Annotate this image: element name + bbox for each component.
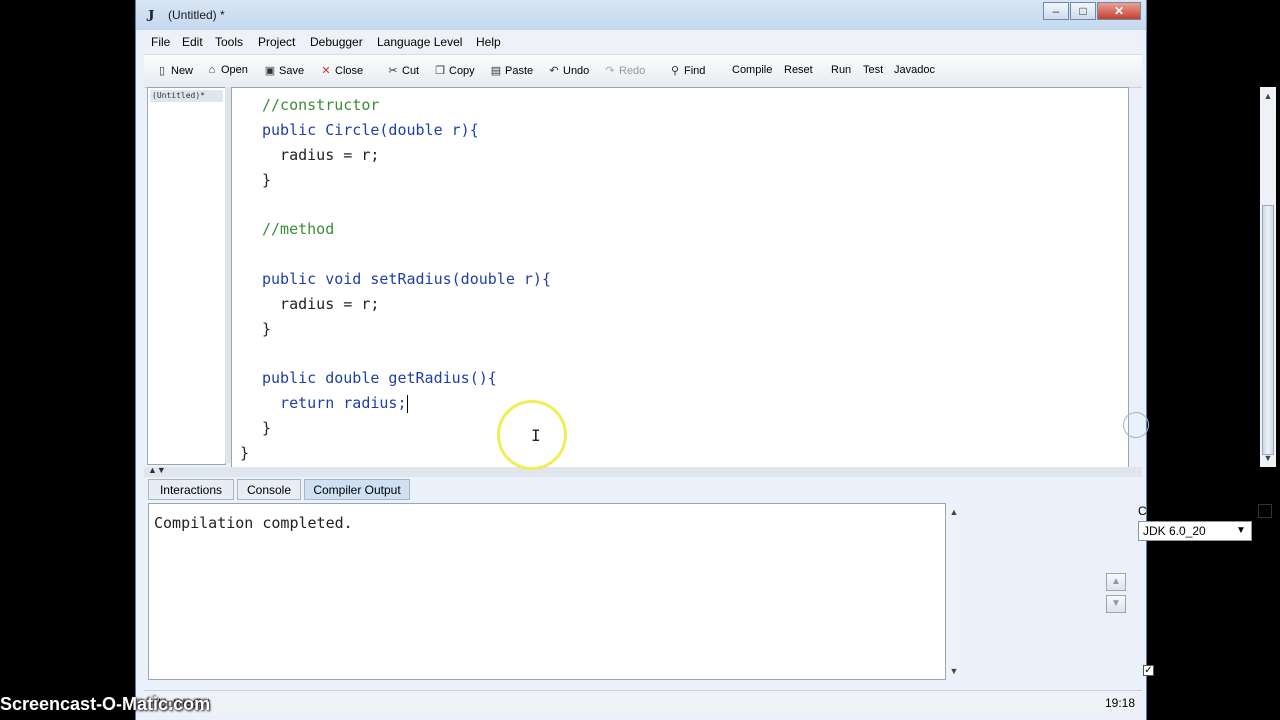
- minimize-button[interactable]: –: [1043, 2, 1069, 20]
- highlight-source-label: Highlight source: [1159, 665, 1246, 679]
- watermark: Screencast-O-Matic.com: [0, 694, 211, 714]
- code-line: }: [262, 419, 272, 437]
- clipboard-icon: ▤: [490, 65, 502, 77]
- desktop-background-left: [0, 0, 135, 720]
- code-line: public double getRadius(){: [262, 369, 497, 387]
- new-file-icon: ▯: [158, 65, 166, 77]
- cut-button[interactable]: ✂ Cut: [387, 64, 419, 80]
- maximize-button[interactable]: □: [1070, 2, 1096, 20]
- compiler-panel: Compiler ✕ JDK 6.0_20 ▼ ▲ ▼ ✓ Highlight …: [1101, 500, 1279, 684]
- status-bar: (Untitled) * 19:18: [144, 690, 1142, 715]
- redo-label: Redo: [619, 65, 646, 77]
- copy-label: Copy: [449, 65, 475, 77]
- new-label: New: [171, 65, 194, 77]
- paste-button[interactable]: ▤ Paste: [490, 64, 533, 80]
- redo-arrow-icon: ↷: [605, 65, 615, 77]
- close-file-icon: ✕: [321, 65, 331, 77]
- save-disk-icon: ▣: [264, 65, 276, 77]
- code-line: }: [262, 171, 272, 189]
- menu-tools[interactable]: Tools: [215, 35, 243, 49]
- code-line: public void setRadius(double r){: [262, 270, 551, 288]
- menu-debugger[interactable]: Debugger: [310, 35, 363, 49]
- horizontal-splitter[interactable]: [144, 467, 1142, 477]
- drjava-app-icon: J: [146, 6, 155, 25]
- scroll-down-arrow-icon[interactable]: ▼: [946, 664, 962, 678]
- code-line: public Circle(double r){: [262, 121, 479, 139]
- tab-console[interactable]: Console: [237, 479, 301, 500]
- find-label: Find: [684, 65, 706, 77]
- copy-icon: ❐: [435, 65, 445, 77]
- compiler-selected-value: JDK 6.0_20: [1143, 524, 1206, 538]
- undo-label: Undo: [563, 65, 590, 77]
- save-button[interactable]: ▣ Save: [264, 64, 304, 80]
- editor-scroll-thumb[interactable]: [1262, 205, 1274, 455]
- close-button[interactable]: ✕ Close: [320, 64, 363, 80]
- scroll-down-arrow-icon[interactable]: ▼: [1260, 451, 1276, 465]
- document-item-untitled[interactable]: (Untitled)*: [150, 90, 223, 102]
- scroll-up-arrow-icon[interactable]: ▲: [1260, 89, 1276, 103]
- close-panel-icon[interactable]: ✕: [1258, 504, 1272, 518]
- menu-edit[interactable]: Edit: [182, 35, 203, 49]
- menu-help[interactable]: Help: [476, 35, 501, 49]
- scissors-icon: ✂: [388, 65, 398, 77]
- open-button[interactable]: ⌂ Open: [206, 64, 248, 80]
- copy-button[interactable]: ❐ Copy: [434, 64, 475, 80]
- undo-button[interactable]: ↶ Undo: [548, 64, 589, 80]
- compiler-label: Compiler: [1138, 504, 1187, 518]
- move-up-button[interactable]: ▲: [1106, 573, 1126, 591]
- text-caret: [406, 394, 408, 413]
- code-line: //constructor: [262, 96, 380, 114]
- click-indicator-ring: [1123, 412, 1149, 438]
- chevron-down-icon: ▼: [1236, 525, 1246, 536]
- redo-button[interactable]: ↷ Redo: [604, 64, 645, 80]
- test-button[interactable]: Test: [863, 64, 883, 80]
- menu-file[interactable]: File: [151, 35, 170, 49]
- undo-arrow-icon: ↶: [549, 65, 559, 77]
- menu-bar: File Edit Tools Project Debugger Languag…: [144, 31, 1142, 53]
- splitter-arrows-icon[interactable]: ▲▼: [148, 465, 166, 475]
- find-button[interactable]: ⚲ Find: [669, 64, 705, 80]
- code-line: radius = r;: [262, 146, 380, 164]
- save-label: Save: [279, 65, 305, 77]
- code-line: radius = r;: [262, 295, 380, 313]
- compiler-output-text: Compilation completed.: [154, 514, 353, 532]
- status-cursor-position: 19:18: [1105, 696, 1136, 710]
- toolbar: ▯ New ⌂ Open ▣ Save ✕ Close ✂ Cut ❐ Copy ▤ Past…: [144, 54, 1142, 88]
- code-line: }: [240, 444, 250, 462]
- run-button[interactable]: Run: [831, 64, 851, 80]
- text-cursor-icon: I: [531, 426, 541, 445]
- close-window-button[interactable]: ✕: [1097, 2, 1141, 20]
- code-line: }: [262, 320, 272, 338]
- new-button[interactable]: ▯ New: [156, 64, 193, 80]
- highlight-source-checkbox[interactable]: ✓: [1143, 665, 1154, 676]
- binoculars-icon: ⚲: [670, 65, 680, 77]
- compiler-output-pane[interactable]: Compilation completed.: [148, 503, 946, 680]
- paste-label: Paste: [505, 65, 534, 77]
- scroll-up-arrow-icon[interactable]: ▲: [946, 505, 962, 519]
- menu-project[interactable]: Project: [258, 35, 295, 49]
- move-down-button[interactable]: ▼: [1106, 595, 1126, 613]
- editor-vertical-scrollbar[interactable]: ▲ ▼: [1260, 87, 1276, 467]
- code-editor[interactable]: //constructor public Circle(double r){ r…: [231, 87, 1129, 469]
- code-line-current: return radius;: [262, 392, 408, 414]
- output-vertical-scrollbar[interactable]: ▲ ▼: [946, 503, 962, 680]
- title-bar[interactable]: J (Untitled) * – □ ✕: [136, 0, 1146, 30]
- cut-label: Cut: [402, 65, 420, 77]
- javadoc-button[interactable]: Javadoc: [894, 64, 935, 80]
- document-list: (Untitled)*: [147, 87, 226, 465]
- compiler-select[interactable]: JDK 6.0_20 ▼: [1138, 521, 1252, 541]
- tab-interactions[interactable]: Interactions: [148, 479, 234, 500]
- tab-compiler-output[interactable]: Compiler Output: [304, 479, 410, 500]
- compile-button[interactable]: Compile: [732, 64, 772, 80]
- close-label: Close: [335, 65, 364, 77]
- window-title: (Untitled) *: [168, 8, 225, 22]
- code-line: //method: [262, 220, 335, 238]
- menu-language-level[interactable]: Language Level: [377, 35, 462, 49]
- reset-button[interactable]: Reset: [784, 64, 813, 80]
- open-folder-icon: ⌂: [208, 64, 216, 76]
- open-label: Open: [221, 64, 248, 76]
- code-line-text: return radius;: [262, 394, 407, 412]
